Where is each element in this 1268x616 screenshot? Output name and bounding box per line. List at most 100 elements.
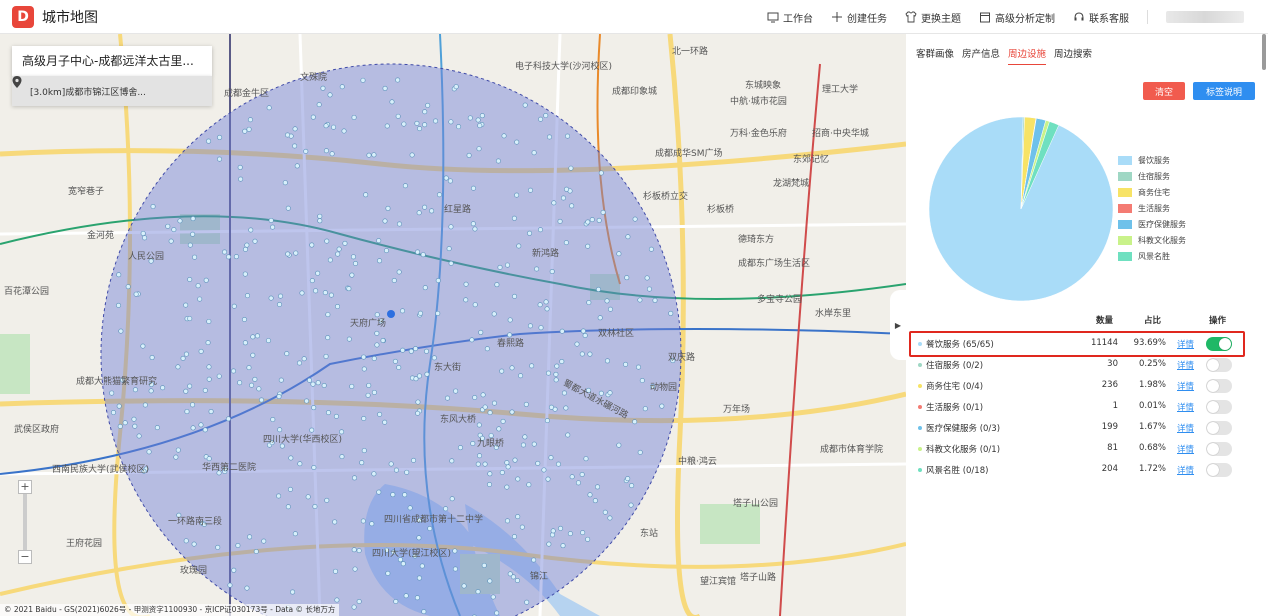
nav-change-theme[interactable]: 更换主题 — [905, 10, 961, 25]
nav-contact-support[interactable]: 联系客服 — [1073, 10, 1129, 25]
category-pct: 1.72% — [1138, 464, 1166, 474]
tab-customer-profile[interactable]: 客群画像 — [916, 46, 954, 65]
zoom-slider[interactable] — [23, 494, 27, 550]
op-header: 操作 — [1209, 316, 1227, 326]
legend-item: 餐饮服务 — [1118, 152, 1186, 168]
facility-row: 医疗保健服务 (0/3) 199 1.67% 详情 — [906, 418, 1262, 438]
map-label: 北一环路 — [672, 47, 709, 57]
map-label: 一环路南三段 — [168, 517, 223, 527]
map-label: 四川大学(望江校区) — [372, 549, 452, 559]
tab-nearby-facilities[interactable]: 周边设施 — [1008, 46, 1047, 65]
category-toggle[interactable] — [1206, 442, 1232, 456]
category-count: 204 — [1101, 464, 1118, 474]
clear-button[interactable]: 清空 — [1143, 82, 1185, 100]
map-label: 王府花园 — [66, 539, 103, 549]
location-pin-icon — [12, 76, 22, 88]
map-label: 西南民族大学(武侯校区) — [52, 465, 150, 475]
plus-icon — [832, 12, 842, 22]
map-label: 中航·城市花园 — [730, 97, 787, 107]
detail-link[interactable]: 详情 — [1177, 464, 1194, 476]
map-label: 天府广场 — [350, 319, 387, 329]
facility-row: 科教文化服务 (0/1) 81 0.68% 详情 — [906, 439, 1262, 459]
legend-item: 住宿服务 — [1118, 168, 1186, 184]
map-label: 望江宾馆 — [700, 577, 737, 587]
category-count: 30 — [1107, 359, 1118, 369]
category-pct: 1.67% — [1138, 422, 1166, 432]
nearby-result-text: [3.0km]成都市锦江区博舍... — [30, 87, 146, 98]
map-label: 塔子山公园 — [733, 499, 779, 509]
category-pct: 0.25% — [1138, 359, 1166, 369]
map-label: 龙湖梵城 — [773, 179, 810, 189]
category-name: 生活服务 (0/1) — [926, 403, 984, 413]
map-label: 东城映象 — [745, 81, 782, 91]
map-label: 东郊记忆 — [793, 155, 830, 165]
panel-collapse-toggle[interactable]: ▶ — [890, 290, 906, 360]
map-canvas[interactable]: 电子科技大学(沙河校区) 成都印象城 东城映象 中航·城市花园 理工大学 万科·… — [0, 34, 906, 616]
nav-create-task[interactable]: 创建任务 — [831, 10, 887, 25]
category-toggle[interactable] — [1206, 463, 1232, 477]
panel-scrollbar[interactable] — [1262, 34, 1266, 70]
map-label: 成都市体育学院 — [820, 445, 884, 455]
nav-workbench-label: 工作台 — [783, 13, 813, 25]
category-name: 住宿服务 (0/2) — [926, 361, 984, 371]
category-pct: 0.68% — [1138, 443, 1166, 453]
map-label: 玫瑰园 — [180, 566, 208, 576]
detail-link[interactable]: 详情 — [1177, 359, 1194, 371]
legend-item: 生活服务 — [1118, 200, 1186, 216]
legend-item: 商务住宅 — [1118, 184, 1186, 200]
map-label: 春熙路 — [497, 339, 525, 349]
category-dot — [918, 363, 922, 367]
pct-header: 占比 — [1144, 316, 1162, 326]
count-header: 数量 — [1096, 316, 1114, 326]
nav-divider — [1147, 10, 1148, 24]
map-label: 东风大桥 — [440, 415, 477, 425]
nearby-result-item[interactable]: [3.0km]成都市锦江区博舍... — [12, 76, 212, 106]
legend-item: 风景名胜 — [1118, 248, 1186, 264]
facility-pie-chart — [926, 114, 1116, 304]
map-label: 四川大学(华西校区) — [263, 435, 343, 445]
map-label: 成都大熊猫繁育研究 — [76, 377, 158, 387]
nav-change-theme-label: 更换主题 — [921, 13, 961, 25]
map-label: 招商·中央华城 — [812, 129, 869, 139]
category-dot — [918, 468, 922, 472]
category-count: 236 — [1101, 380, 1118, 390]
map-label: 万科·金色乐府 — [730, 129, 787, 139]
category-dot — [918, 426, 922, 430]
facility-row: 风景名胜 (0/18) 204 1.72% 详情 — [906, 460, 1262, 480]
detail-link[interactable]: 详情 — [1177, 443, 1194, 455]
facility-row: 生活服务 (0/1) 1 0.01% 详情 — [906, 397, 1262, 417]
map-label: 双林社区 — [598, 329, 635, 339]
nav-advanced-analysis[interactable]: 高级分析定制 — [979, 10, 1055, 25]
category-name: 商务住宅 (0/4) — [926, 382, 984, 392]
zoom-in-button[interactable]: + — [18, 480, 32, 494]
detail-link[interactable]: 详情 — [1177, 401, 1194, 413]
category-toggle[interactable] — [1206, 379, 1232, 393]
map-label: 东站 — [640, 529, 659, 539]
tab-property-info[interactable]: 房产信息 — [962, 46, 1000, 65]
facility-row: 商务住宅 (0/4) 236 1.98% 详情 — [906, 376, 1262, 396]
map-label: 人民公园 — [128, 252, 165, 262]
location-title-card[interactable]: 高级月子中心-成都远洋太古里... — [12, 46, 212, 76]
map-label: 中粮·鸿云 — [678, 457, 717, 467]
shirt-icon — [905, 11, 917, 23]
app-logo[interactable]: D — [12, 5, 34, 28]
zoom-out-button[interactable]: − — [18, 550, 32, 564]
map-label: 成都印象城 — [612, 87, 658, 97]
category-toggle[interactable] — [1206, 358, 1232, 372]
category-count: 199 — [1101, 422, 1118, 432]
panel-tabs: 客群画像 房产信息 周边设施 周边搜索 — [916, 46, 1092, 65]
map-label: 文殊院 — [300, 73, 328, 83]
nav-workbench[interactable]: 工作台 — [767, 10, 813, 25]
tag-legend-button[interactable]: 标签说明 — [1193, 82, 1255, 100]
map-label: 东大街 — [434, 363, 462, 373]
detail-link[interactable]: 详情 — [1177, 422, 1194, 434]
top-nav: 工作台 创建任务 更换主题 高级分析定制 联系客服 — [767, 0, 1244, 34]
category-toggle[interactable] — [1206, 400, 1232, 414]
category-dot — [918, 384, 922, 388]
tab-nearby-search[interactable]: 周边搜索 — [1054, 46, 1092, 65]
category-toggle[interactable] — [1206, 421, 1232, 435]
map-base — [0, 34, 906, 616]
legend-item: 科教文化服务 — [1118, 232, 1186, 248]
detail-link[interactable]: 详情 — [1177, 380, 1194, 392]
user-account[interactable] — [1166, 11, 1244, 23]
